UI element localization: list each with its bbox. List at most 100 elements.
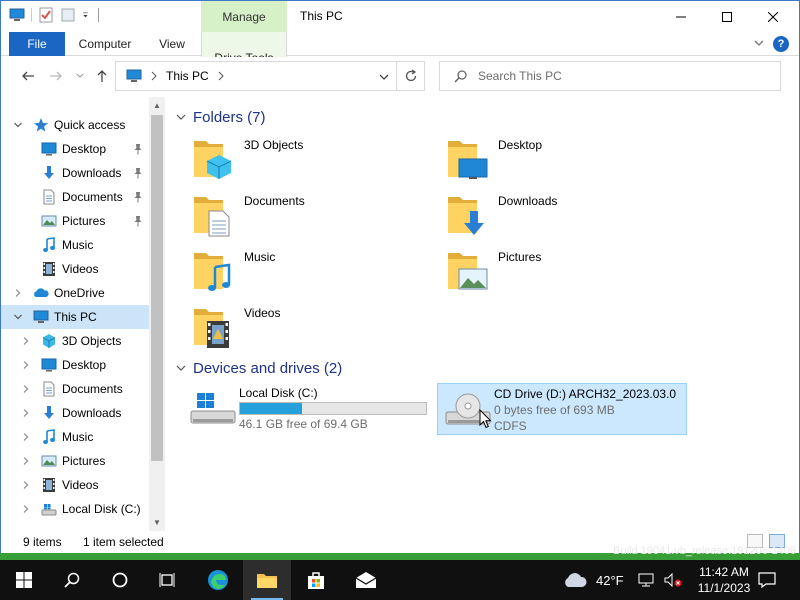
navigation-scrollbar[interactable]: ▲ ▼ — [149, 97, 165, 531]
documents-icon — [41, 189, 57, 205]
start-button[interactable] — [0, 560, 48, 600]
minimize-button[interactable] — [658, 1, 704, 32]
tree-item-documents[interactable]: Documents — [1, 377, 149, 401]
tree-item-pictures[interactable]: Pictures — [1, 449, 149, 473]
folder-tile-3d-objects[interactable]: 3D Objects — [171, 137, 421, 189]
chevron-right-icon[interactable] — [217, 71, 225, 81]
folder-tile-pictures[interactable]: Pictures — [425, 249, 675, 301]
chevron-right-icon[interactable] — [21, 456, 31, 466]
cortana-button[interactable] — [96, 560, 144, 600]
drive-tile-cd-drive[interactable]: CD Drive (D:) ARCH32_2023.03.0 0 bytes f… — [437, 383, 687, 435]
chevron-right-icon[interactable] — [21, 384, 31, 394]
chevron-right-icon[interactable] — [21, 408, 31, 418]
recent-locations-button[interactable] — [71, 67, 89, 85]
cortana-icon — [112, 572, 128, 588]
chevron-down-icon[interactable] — [13, 312, 23, 322]
maximize-button[interactable] — [704, 1, 750, 32]
desktop-folder-icon — [447, 137, 489, 181]
breadcrumb-this-pc[interactable]: This PC — [166, 69, 209, 83]
folder-tile-videos[interactable]: Videos — [171, 305, 421, 357]
search-box[interactable]: Search This PC — [439, 61, 781, 91]
tree-item-desktop[interactable]: Desktop — [1, 353, 149, 377]
chevron-right-icon[interactable] — [150, 71, 158, 81]
up-button[interactable] — [93, 67, 111, 85]
refresh-button[interactable] — [397, 61, 425, 91]
tree-item-desktop[interactable]: Desktop — [1, 137, 149, 161]
mail-taskbar-button[interactable] — [342, 560, 390, 600]
scroll-down-icon[interactable]: ▼ — [153, 518, 161, 527]
pin-icon[interactable] — [133, 215, 143, 227]
tab-file[interactable]: File — [9, 32, 65, 56]
manage-contextual-tab[interactable]: Manage — [201, 1, 287, 32]
store-taskbar-button[interactable] — [292, 560, 340, 600]
scrollbar-thumb[interactable] — [151, 115, 163, 461]
tree-item-label: Documents — [62, 382, 123, 396]
tree-item-this-pc[interactable]: This PC — [1, 305, 149, 329]
folders-group-header[interactable]: Folders (7) — [175, 106, 266, 128]
chevron-right-icon[interactable] — [21, 480, 31, 490]
windows-logo-icon — [16, 572, 32, 588]
chevron-right-icon[interactable] — [21, 336, 31, 346]
tree-item-label: Documents — [62, 190, 123, 204]
onedrive-icon — [33, 285, 49, 301]
weather-widget[interactable]: 42°F — [562, 560, 624, 600]
title-bar: Manage This PC — [1, 1, 799, 32]
chevron-right-icon[interactable] — [21, 360, 31, 370]
tree-item-label: Desktop — [62, 358, 107, 372]
customize-toolbar-icon[interactable] — [82, 7, 92, 23]
address-bar[interactable]: This PC — [115, 61, 397, 91]
address-dropdown-icon[interactable] — [378, 71, 390, 83]
chevron-right-icon[interactable] — [13, 288, 23, 298]
properties-icon[interactable] — [38, 7, 54, 23]
pin-icon[interactable] — [133, 191, 143, 203]
documents-icon — [41, 381, 57, 397]
pin-icon[interactable] — [133, 167, 143, 179]
drive-tile-local-disk[interactable]: Local Disk (C:) 46.1 GB free of 69.4 GB — [183, 383, 433, 435]
tree-item-quick-access[interactable]: Quick access — [1, 113, 149, 137]
drives-group-header[interactable]: Devices and drives (2) — [175, 357, 342, 379]
tree-item-local-disk-c[interactable]: Local Disk (C:) — [1, 497, 149, 521]
folder-tile-desktop[interactable]: Desktop — [425, 137, 675, 189]
tree-item-music[interactable]: Music — [1, 233, 149, 257]
chevron-down-icon[interactable] — [753, 37, 765, 49]
search-icon — [454, 70, 467, 83]
3d-objects-icon — [41, 333, 57, 349]
folder-tile-downloads[interactable]: Downloads — [425, 193, 675, 245]
search-input[interactable]: Search This PC — [478, 69, 562, 83]
tree-item-videos[interactable]: Videos — [1, 473, 149, 497]
pictures-icon — [41, 453, 57, 469]
forward-button[interactable] — [47, 67, 65, 85]
new-folder-icon[interactable] — [60, 7, 76, 23]
action-center-button[interactable] — [744, 560, 790, 600]
this-pc-icon — [126, 69, 142, 82]
tab-view[interactable]: View — [149, 32, 195, 56]
tree-item-music[interactable]: Music — [1, 425, 149, 449]
back-button[interactable] — [19, 67, 37, 85]
tree-item-downloads[interactable]: Downloads — [1, 401, 149, 425]
search-taskbar-button[interactable] — [48, 560, 96, 600]
chevron-right-icon[interactable] — [21, 504, 31, 514]
close-button[interactable] — [750, 1, 796, 32]
task-view-button[interactable] — [144, 560, 192, 600]
this-pc-icon[interactable] — [9, 7, 25, 23]
chevron-down-icon[interactable] — [13, 120, 23, 130]
help-icon: ? — [777, 38, 785, 50]
tree-item-onedrive[interactable]: OneDrive — [1, 281, 149, 305]
tree-item-downloads[interactable]: Downloads — [1, 161, 149, 185]
folder-tile-music[interactable]: Music — [171, 249, 421, 301]
tree-item-documents[interactable]: Documents — [1, 185, 149, 209]
file-explorer-taskbar-button[interactable] — [243, 560, 291, 600]
pin-icon[interactable] — [133, 143, 143, 155]
tree-item-videos[interactable]: Videos — [1, 257, 149, 281]
this-pc-icon — [33, 309, 49, 325]
folder-tile-documents[interactable]: Documents — [171, 193, 421, 245]
tree-item-3d-objects[interactable]: 3D Objects — [1, 329, 149, 353]
chevron-right-icon[interactable] — [21, 432, 31, 442]
tab-computer[interactable]: Computer — [71, 32, 139, 56]
edge-taskbar-button[interactable] — [194, 560, 242, 600]
network-icon[interactable] — [638, 573, 654, 587]
help-button[interactable]: ? — [773, 36, 789, 52]
volume-muted-icon[interactable] — [664, 573, 682, 587]
tree-item-pictures[interactable]: Pictures — [1, 209, 149, 233]
scroll-up-icon[interactable]: ▲ — [153, 101, 161, 110]
